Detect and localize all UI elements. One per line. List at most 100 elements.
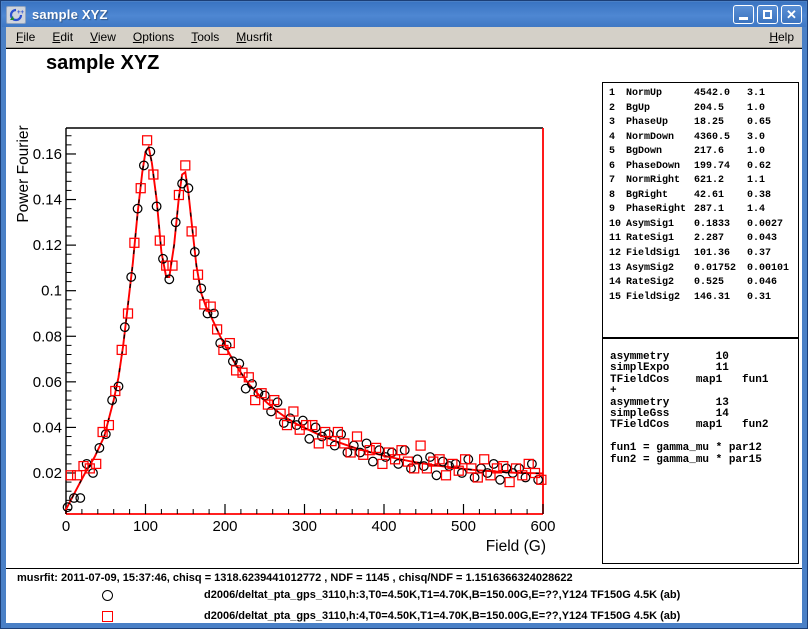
window-title: sample XYZ [32,7,727,22]
param-row: 12FieldSig1101.360.37 [603,247,798,262]
y-tick-label: 0.16 [33,146,62,163]
menu-item-file[interactable]: File [10,28,41,46]
app-icon[interactable]: ++ [6,6,26,24]
window-controls: ✕ [733,5,802,24]
param-row: 6PhaseDown199.740.62 [603,160,798,175]
param-row: 9PhaseRight287.11.4 [603,203,798,218]
x-tick-label: 100 [133,518,158,535]
data-point-square [168,261,177,270]
data-point-circle [369,457,378,466]
series-circles [63,147,542,511]
menubar: File Edit View Options Tools Musrfit Help [6,27,802,48]
data-point-circle [343,448,352,457]
data-point-circle [464,455,473,464]
menu-item-edit[interactable]: Edit [46,28,79,46]
data-point-circle [388,448,397,457]
data-point-circle [470,473,479,482]
svg-text:++: ++ [17,10,24,16]
y-tick-label: 0.1 [41,283,62,300]
menu-item-view[interactable]: View [84,28,122,46]
data-point-square [66,471,75,480]
x-tick-label: 400 [371,518,396,535]
param-row: 14RateSig20.5250.046 [603,276,798,291]
y-tick-label: 0.12 [33,237,62,254]
y-axis-title: Power Fourier [15,125,32,222]
titlebar[interactable]: ++ sample XYZ ✕ [2,2,806,27]
data-point-circle [305,435,314,444]
legend-row: d2006/deltat_pta_gps_3110,h:4,T0=4.50K,T… [6,606,802,626]
minimize-icon [739,17,748,20]
param-row: 11RateSig12.2870.043 [603,232,798,247]
param-row: 1NormUp4542.03.1 [603,87,798,102]
data-point-circle [432,471,441,480]
root-canvas[interactable]: sample XYZ 01002003004005006000.020.040.… [6,48,802,568]
theory-line: + [610,386,798,397]
maximize-button[interactable] [757,5,778,24]
data-point-circle [76,494,85,503]
y-tick-label: 0.02 [33,465,62,482]
param-row: 8BgRight42.610.38 [603,189,798,204]
menu-item-tools[interactable]: Tools [185,28,225,46]
menu-item-musrfit[interactable]: Musrfit [230,28,278,46]
legend-marker-square [102,611,113,622]
data-point-square [181,161,190,170]
data-point-square [480,455,489,464]
root-logo-icon: ++ [8,8,24,22]
param-row: 10AsymSig10.18330.0027 [603,218,798,233]
param-row: 13AsymSig20.017520.00101 [603,262,798,277]
data-point-circle [521,473,530,482]
data-point-circle [241,384,250,393]
param-row: 4NormDown4360.53.0 [603,131,798,146]
legend-row: d2006/deltat_pta_gps_3110,h:3,T0=4.50K,T… [6,585,802,605]
menu-item-options[interactable]: Options [127,28,180,46]
x-tick-label: 600 [530,518,555,535]
data-point-square [353,432,362,441]
theory-line: TFieldCos map1 fun2 [610,420,798,431]
legend-label: d2006/deltat_pta_gps_3110,h:4,T0=4.50K,T… [204,606,680,626]
param-row: 15FieldSig2146.310.31 [603,291,798,306]
data-point-circle [337,430,346,439]
legend-marker-circle [102,590,113,601]
param-row: 5BgDown217.61.0 [603,145,798,160]
data-point-circle [496,476,505,485]
fit-line-dashed-overlay [66,147,543,514]
series-squares [66,136,546,487]
minimize-button[interactable] [733,5,754,24]
y-tick-label: 0.08 [33,328,62,345]
data-point-square [143,136,152,145]
y-tick-label: 0.14 [33,192,62,209]
plot-area[interactable]: 01002003004005006000.020.040.060.080.10.… [6,49,566,568]
data-point-circle [407,464,416,473]
data-point-square [505,478,514,487]
x-tick-label: 500 [451,518,476,535]
data-point-square [442,471,451,480]
data-point-square [416,441,425,450]
info-bar: musrfit: 2011-07-09, 15:37:46, chisq = 1… [6,568,802,623]
close-button[interactable]: ✕ [781,5,802,24]
data-point-circle [528,460,537,469]
param-row: 2BgUp204.51.0 [603,102,798,117]
theory-box: asymmetry 10simplExpo 11TFieldCos map1 f… [602,338,799,564]
data-point-circle [362,439,371,448]
legend-label: d2006/deltat_pta_gps_3110,h:3,T0=4.50K,T… [204,585,680,605]
x-tick-label: 200 [212,518,237,535]
param-row: 7NormRight621.21.1 [603,174,798,189]
maximize-icon [763,10,772,19]
close-icon: ✕ [786,8,797,21]
app-window: ++ sample XYZ ✕ File Edit View Options Tools… [0,0,808,629]
theory-line: fun2 = gamma_mu * par15 [610,455,798,466]
data-point-circle [534,476,543,485]
data-point-circle [458,469,467,478]
theory-line: fun1 = gamma_mu * par12 [610,443,798,454]
y-tick-label: 0.04 [33,419,62,436]
data-point-square [73,471,82,480]
menu-item-help[interactable]: Help [763,28,800,46]
param-row: 3PhaseUp18.250.65 [603,116,798,131]
parameter-box: 1NormUp4542.03.12BgUp204.51.03PhaseUp18.… [602,82,799,338]
y-tick-label: 0.06 [33,374,62,391]
fit-line [66,147,543,514]
data-point-circle [273,398,282,407]
data-point-circle [400,446,409,455]
theory-line: TFieldCos map1 fun1 [610,375,798,386]
fit-status-text: musrfit: 2011-07-09, 15:37:46, chisq = 1… [17,572,573,584]
